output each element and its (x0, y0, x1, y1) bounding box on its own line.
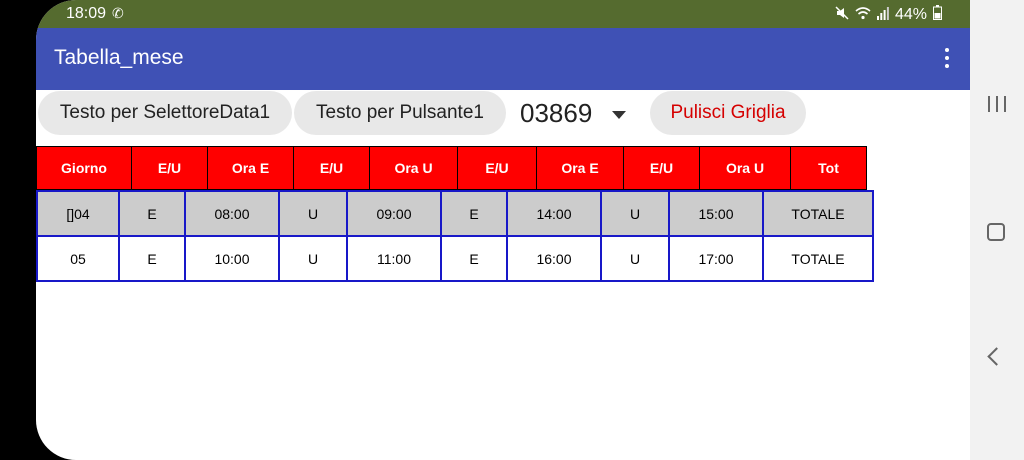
grid-cell[interactable]: 17:00 (668, 235, 764, 282)
signal-icon (876, 6, 889, 25)
header-cell-ora-e-1: Ora E (207, 146, 294, 190)
table-row: 05 E 10:00 U 11:00 E 16:00 U 17:00 TOTAL… (36, 235, 874, 282)
grid-cell[interactable]: U (600, 190, 670, 237)
phone-call-icon: ✆ (112, 5, 124, 21)
controls-row: Testo per SelettoreData1 Testo per Pulsa… (36, 91, 970, 135)
date-selector-button[interactable]: Testo per SelettoreData1 (38, 91, 292, 135)
overflow-menu-icon[interactable] (944, 48, 950, 68)
header-cell-ora-u-2: Ora U (699, 146, 791, 190)
header-cell-eu-1: E/U (131, 146, 208, 190)
header-cell-ora-u-1: Ora U (369, 146, 458, 190)
dropdown-arrow-icon (612, 111, 626, 119)
data-grid: []04 E 08:00 U 09:00 E 14:00 U 15:00 TOT… (36, 190, 874, 282)
grid-cell[interactable]: 05 (36, 235, 120, 282)
grid-cell[interactable]: U (600, 235, 670, 282)
grid-cell[interactable]: 10:00 (184, 235, 280, 282)
spinner-value: 03869 (520, 98, 593, 128)
status-time: 18:09 (66, 5, 107, 22)
grid-cell[interactable]: 15:00 (668, 190, 764, 237)
app-window: 18:09 ✆ 44% Tabella_mese Testo per Selet… (36, 0, 970, 460)
recent-apps-icon[interactable] (988, 96, 1006, 112)
app-title: Tabella_mese (54, 46, 184, 69)
table-row: []04 E 08:00 U 09:00 E 14:00 U 15:00 TOT… (36, 190, 874, 237)
header-cell-giorno: Giorno (36, 146, 132, 190)
grid-cell[interactable]: []04 (36, 190, 120, 237)
grid-cell[interactable]: 14:00 (506, 190, 602, 237)
grid-cell[interactable]: E (118, 190, 186, 237)
grid-cell[interactable]: 16:00 (506, 235, 602, 282)
header-row: Giorno E/U Ora E E/U Ora U E/U Ora E E/U… (36, 146, 867, 190)
app-bar: Tabella_mese (36, 28, 970, 90)
grid-cell[interactable]: E (440, 190, 508, 237)
header-cell-eu-4: E/U (623, 146, 700, 190)
mute-icon (835, 5, 849, 25)
clear-grid-button[interactable]: Pulisci Griglia (650, 91, 806, 135)
grid-cell[interactable]: U (278, 235, 348, 282)
header-cell-ora-e-2: Ora E (536, 146, 624, 190)
screen: 18:09 ✆ 44% Tabella_mese Testo per Selet… (0, 0, 1024, 460)
grid-cell[interactable]: 09:00 (346, 190, 442, 237)
grid-cell[interactable]: E (440, 235, 508, 282)
battery-percent: 44% (894, 6, 927, 23)
grid-cell[interactable]: E (118, 235, 186, 282)
status-bar: 18:09 ✆ 44% (36, 0, 970, 28)
status-icons: 44% (835, 5, 942, 25)
number-spinner[interactable]: 03869 (520, 91, 630, 135)
grid-cell[interactable]: U (278, 190, 348, 237)
pulsante1-button[interactable]: Testo per Pulsante1 (294, 91, 506, 135)
header-cell-eu-2: E/U (293, 146, 370, 190)
grid-cell[interactable]: 11:00 (346, 235, 442, 282)
header-cell-eu-3: E/U (457, 146, 537, 190)
system-nav-bar (970, 0, 1024, 460)
grid-cell[interactable]: TOTALE (762, 190, 874, 237)
header-cell-tot: Tot (790, 146, 867, 190)
grid-cell[interactable]: 08:00 (184, 190, 280, 237)
home-icon[interactable] (987, 223, 1005, 241)
grid-cell[interactable]: TOTALE (762, 235, 874, 282)
wifi-icon (855, 6, 871, 25)
battery-icon (933, 5, 942, 25)
back-icon[interactable] (987, 347, 1006, 366)
table-header: Giorno E/U Ora E E/U Ora U E/U Ora E E/U… (36, 146, 867, 190)
